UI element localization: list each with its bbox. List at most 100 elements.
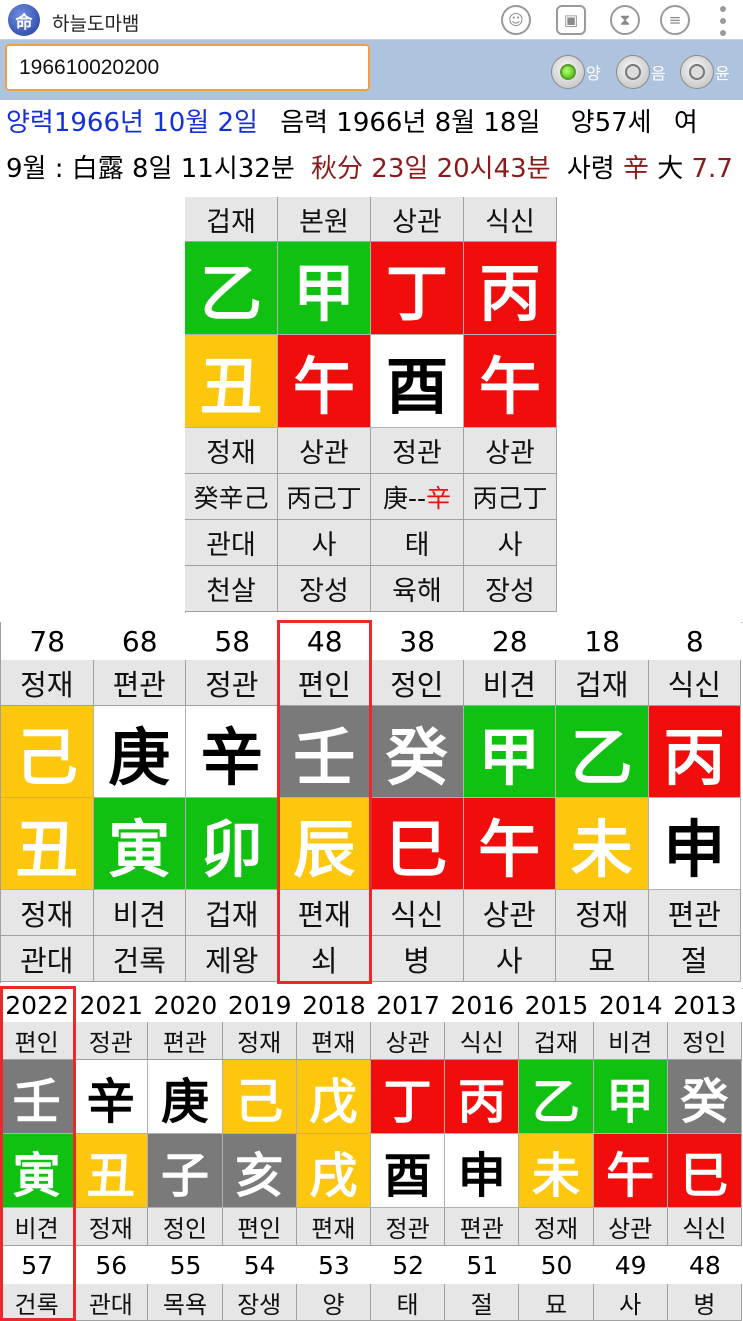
pillar-branch-label: 정재: [185, 428, 278, 474]
year-branch-label: 편관: [445, 1208, 520, 1246]
year-age: 56: [74, 1246, 149, 1284]
more-icon[interactable]: [716, 6, 730, 36]
hidden-stem-highlight: 辛: [426, 483, 452, 513]
daeun-age: 78: [1, 622, 94, 660]
year-stage: 태: [371, 1284, 446, 1321]
year-stem: 乙: [519, 1060, 594, 1134]
daeun-branch: 申: [648, 798, 741, 890]
daeun-branch-label: 상관: [463, 890, 556, 936]
daeun-stem-label: 편관: [93, 660, 186, 706]
daeun-stem: 甲: [463, 706, 556, 798]
pillar-stage: 태: [371, 520, 464, 566]
year-label: 2021: [74, 988, 149, 1022]
daeun-stem: 壬: [278, 706, 371, 798]
year-label: 2020: [148, 988, 223, 1022]
lunar-date: 음력 1966년 8월 18일: [280, 108, 541, 138]
add-user-icon[interactable]: ☺: [501, 5, 531, 35]
pillar-top-label: 식신: [464, 197, 557, 242]
year-stage: 절: [445, 1284, 520, 1321]
pillar-spirit: 육해: [371, 566, 464, 612]
birth-info-line: 양력1966년 10월 2일 음력 1966년 8월 18일 양57세 여: [6, 102, 698, 139]
year-stage: 목욕: [148, 1284, 223, 1321]
pillar-hidden-stems: 癸辛己: [185, 474, 278, 520]
daeun-char: 大: [657, 154, 684, 184]
daeun-stage: 묘: [556, 936, 649, 982]
year-stage: 병: [667, 1284, 742, 1321]
year-age: 51: [445, 1246, 520, 1284]
year-label: 2015: [519, 988, 594, 1022]
year-stage: 양: [296, 1284, 371, 1321]
daeun-branch-label: 정재: [1, 890, 94, 936]
year-branch-label: 편인: [222, 1208, 297, 1246]
year-stage: 사: [593, 1284, 668, 1321]
pillar-spirit: 천살: [185, 566, 278, 612]
year-stem: 癸: [667, 1060, 742, 1134]
year-age: 49: [593, 1246, 668, 1284]
daeun-stage: 관대: [1, 936, 94, 982]
pillar-spirit: 장성: [278, 566, 371, 612]
save-icon[interactable]: ▣: [556, 5, 586, 35]
daeun-age: 38: [371, 622, 464, 660]
year-stem-label: 편관: [148, 1022, 223, 1060]
daeun-age: 48: [278, 622, 371, 660]
year-stem-label: 정인: [667, 1022, 742, 1060]
saryeong-label: 사령: [566, 154, 615, 184]
daeun-branch-label: 편재: [278, 890, 371, 936]
input-bar: 양 음 윤: [0, 40, 743, 100]
radio-solar-button[interactable]: [551, 55, 585, 89]
birth-datetime-input[interactable]: [5, 44, 370, 91]
year-branch: 酉: [371, 1134, 446, 1208]
pillar-branch-label: 상관: [278, 428, 371, 474]
radio-solar[interactable]: 양: [551, 55, 601, 89]
year-stem: 甲: [593, 1060, 668, 1134]
pillar-branch: 丑: [185, 335, 278, 428]
year-stage: 건록: [0, 1284, 75, 1321]
year-age: 57: [0, 1246, 75, 1284]
year-label: 2019: [222, 988, 297, 1022]
next-term: 秋分 23일 20시43분: [311, 154, 551, 184]
pillar-stem: 丙: [464, 242, 557, 335]
daeun-branch: 巳: [371, 798, 464, 890]
year-stem: 壬: [0, 1060, 75, 1134]
year-label: 2022: [0, 988, 75, 1022]
pillar-stage: 사: [278, 520, 371, 566]
daeun-stem: 己: [1, 706, 94, 798]
radio-leap-dot: [689, 64, 705, 80]
year-stem-label: 식신: [445, 1022, 520, 1060]
year-branch-label: 정관: [371, 1208, 446, 1246]
daeun-age: 68: [93, 622, 186, 660]
daeun-age: 8: [648, 622, 741, 660]
hourglass-icon[interactable]: ⧗: [610, 5, 640, 35]
year-age: 48: [667, 1246, 742, 1284]
radio-leap[interactable]: 윤: [680, 55, 730, 89]
gender: 여: [673, 108, 698, 138]
radio-lunar[interactable]: 음: [616, 55, 666, 89]
database-icon[interactable]: ≡: [660, 5, 690, 35]
radio-leap-button[interactable]: [680, 55, 714, 89]
daeun-stem-label: 정재: [1, 660, 94, 706]
age: 양57세: [570, 108, 652, 138]
pillar-stem: 甲: [278, 242, 371, 335]
year-branch: 子: [148, 1134, 223, 1208]
daeun-branch: 卯: [186, 798, 279, 890]
year-age: 54: [222, 1246, 297, 1284]
year-stem-label: 겁재: [519, 1022, 594, 1060]
daeun-branch-label: 정재: [556, 890, 649, 936]
daeun-stem: 庚: [93, 706, 186, 798]
year-branch: 午: [593, 1134, 668, 1208]
daeun-stem-label: 식신: [648, 660, 741, 706]
year-stem: 丁: [371, 1060, 446, 1134]
year-branch: 丑: [74, 1134, 149, 1208]
year-stem-label: 편인: [0, 1022, 75, 1060]
app-title: 하늘도마뱀: [52, 13, 140, 35]
pillar-top-label: 상관: [371, 197, 464, 242]
pillar-branch: 午: [464, 335, 557, 428]
radio-lunar-button[interactable]: [616, 55, 650, 89]
pillar-hidden-stems: 庚-- 辛: [371, 474, 464, 520]
year-branch: 寅: [0, 1134, 75, 1208]
year-stage: 관대: [74, 1284, 149, 1321]
pillar-spirit: 장성: [464, 566, 557, 612]
pillar-hidden-stems: 丙己丁: [464, 474, 557, 520]
daeun-stem: 乙: [556, 706, 649, 798]
daeun-stage: 절: [648, 936, 741, 982]
